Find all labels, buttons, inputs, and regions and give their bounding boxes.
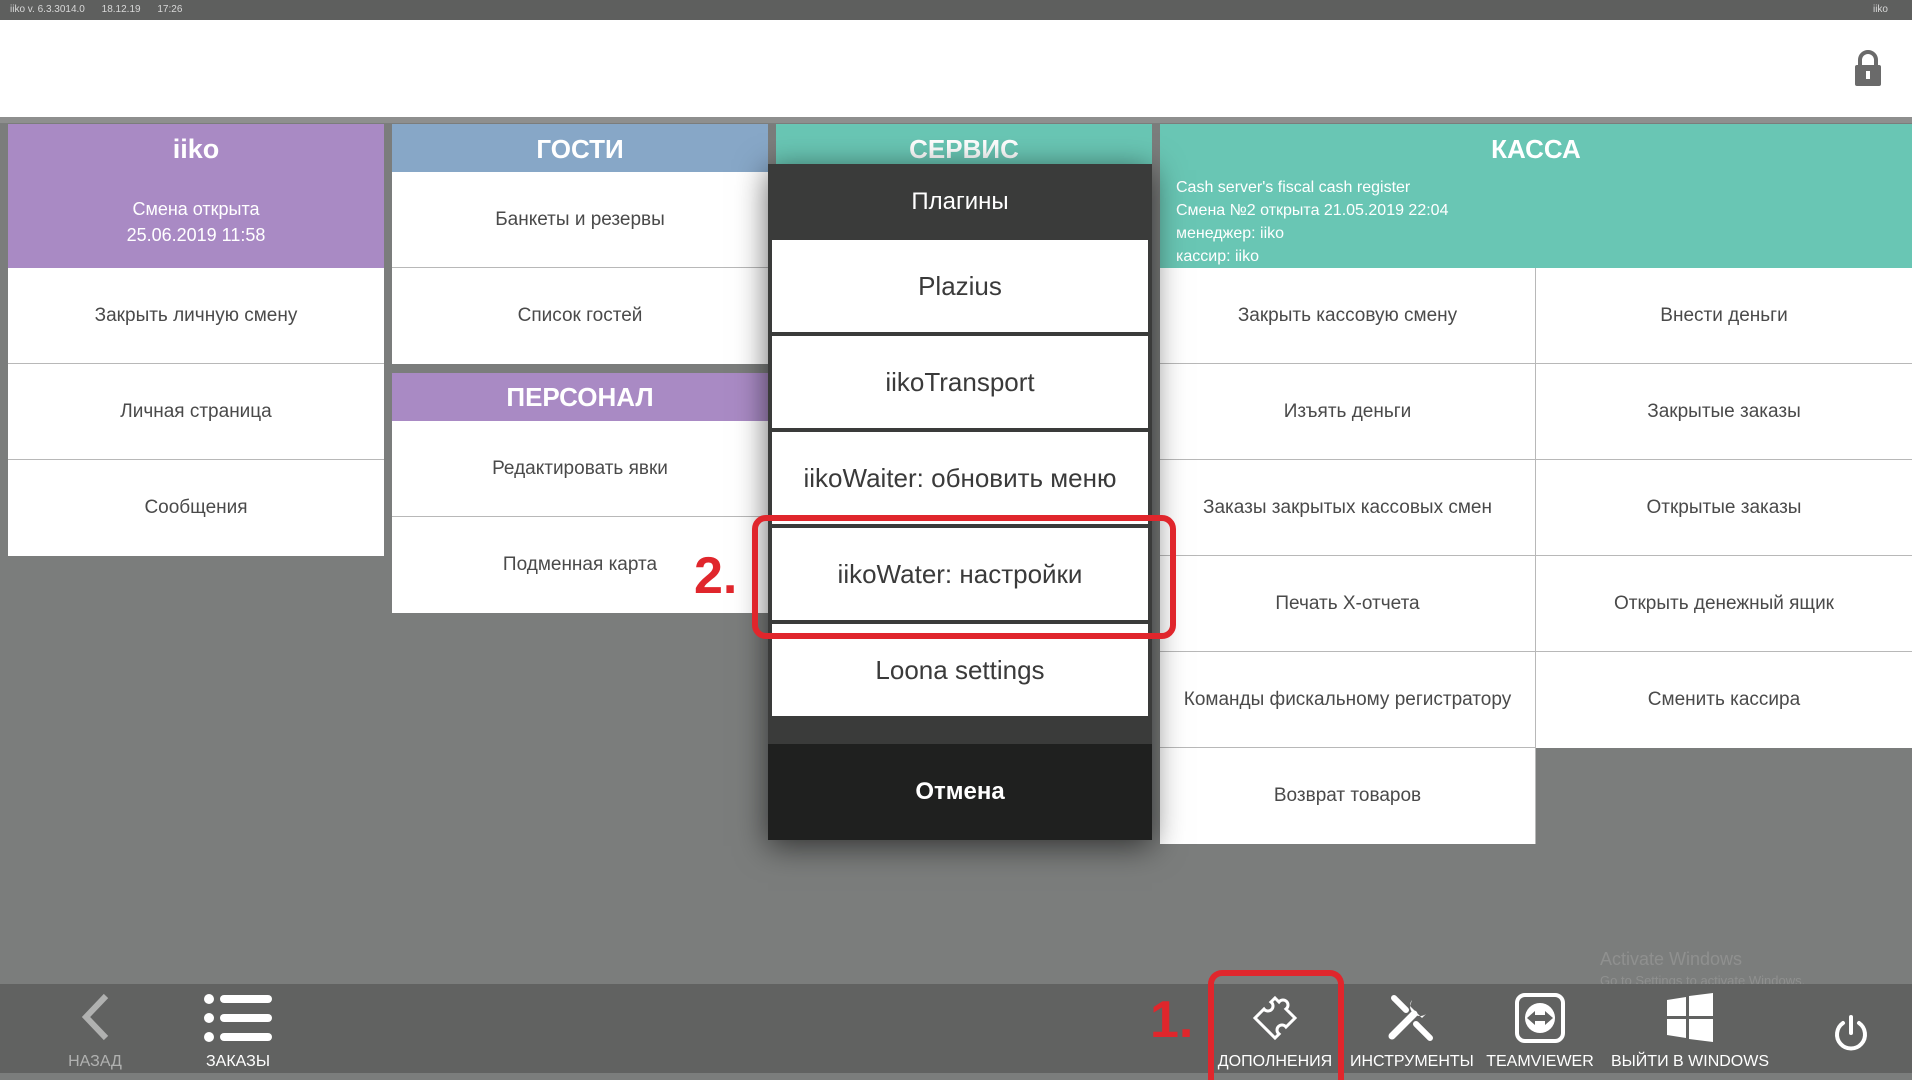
kassa-title: КАССА [1491, 134, 1581, 164]
title-bar: iiko v. 6.3.3014.0 18.12.19 17:26 iiko [0, 0, 1912, 20]
orders-label: ЗАКАЗЫ [206, 1053, 270, 1070]
tools-label: ИНСТРУМЕНТЫ [1350, 1053, 1474, 1070]
withdraw-money-button[interactable]: Изъять деньги [1160, 364, 1536, 460]
iiko-title: iiko [172, 134, 220, 164]
edit-attendance-button[interactable]: Редактировать явки [392, 421, 768, 517]
header [0, 20, 1912, 117]
annotation-box-1 [1208, 970, 1344, 1080]
date-text: 18.12.19 [101, 4, 141, 15]
shift-status: Смена открыта [132, 199, 260, 219]
teamviewer-button[interactable]: TEAMVIEWER [1485, 984, 1595, 1073]
closed-shift-orders-button[interactable]: Заказы закрытых кассовых смен [1160, 460, 1536, 556]
kassa-info: Cash server's fiscal cash register Смена… [1176, 176, 1448, 268]
windows-icon [1667, 993, 1713, 1042]
kassa-header: КАССА Cash server's fiscal cash register… [1160, 124, 1912, 268]
tools-icon [1388, 995, 1433, 1041]
shift-opened-time: 25.06.2019 11:58 [126, 225, 266, 245]
messages-button[interactable]: Сообщения [8, 460, 384, 556]
back-button[interactable]: НАЗАД [55, 984, 135, 1073]
return-goods-button[interactable]: Возврат товаров [1160, 748, 1536, 844]
list-icon [204, 994, 272, 1042]
orders-button[interactable]: ЗАКАЗЫ [195, 984, 281, 1073]
watermark-line1: Activate Windows [1600, 949, 1743, 969]
annotation-step-2: 2. [694, 547, 738, 605]
close-cash-shift-button[interactable]: Закрыть кассовую смену [1160, 268, 1536, 364]
cancel-button[interactable]: Отмена [768, 744, 1152, 840]
change-cashier-button[interactable]: Сменить кассира [1536, 652, 1912, 748]
lock-icon[interactable] [1852, 50, 1884, 86]
plugins-dialog: Плагины Plazius iikoTransport iikoWaiter… [768, 164, 1152, 840]
staff-header: ПЕРСОНАЛ [392, 373, 768, 421]
power-button[interactable] [1826, 984, 1876, 1073]
time-text: 17:26 [157, 4, 183, 15]
kassa-shift: Смена №2 открыта 21.05.2019 22:04 [1176, 202, 1449, 219]
header-separator [0, 117, 1912, 123]
close-personal-shift-button[interactable]: Закрыть личную смену [8, 268, 384, 364]
open-orders-button[interactable]: Открытые заказы [1536, 460, 1912, 556]
exit-to-windows-button[interactable]: ВЫЙТИ В WINDOWS [1610, 984, 1770, 1073]
annotation-step-1: 1. [1150, 991, 1194, 1049]
plugin-iikowaiter-update-menu[interactable]: iikoWaiter: обновить меню [772, 432, 1148, 524]
banquets-button[interactable]: Банкеты и резервы [392, 172, 768, 268]
bottom-toolbar: НАЗАД ЗАКАЗЫ ДОПОЛНЕНИЯ ИНСТРУМЕНТЫ TEAM… [0, 984, 1912, 1073]
plugin-iikotransport[interactable]: iikoTransport [772, 336, 1148, 428]
closed-orders-button[interactable]: Закрытые заказы [1536, 364, 1912, 460]
annotation-box-2 [752, 515, 1176, 639]
fiscal-commands-button[interactable]: Команды фискальному регистратору [1160, 652, 1536, 748]
plugins-dialog-title: Плагины [911, 188, 1009, 215]
teamviewer-label: TEAMVIEWER [1486, 1053, 1594, 1070]
open-cash-drawer-button[interactable]: Открыть денежный ящик [1536, 556, 1912, 652]
chevron-left-icon [81, 993, 109, 1041]
tools-button[interactable]: ИНСТРУМЕНТЫ [1350, 984, 1474, 1073]
deposit-money-button[interactable]: Внести деньги [1536, 268, 1912, 364]
print-x-report-button[interactable]: Печать X-отчета [1160, 556, 1536, 652]
kassa-cashier: кассир: iiko [1176, 248, 1259, 265]
guests-header: ГОСТИ [392, 124, 768, 172]
guest-list-button[interactable]: Список гостей [392, 268, 768, 364]
iiko-header: iiko Смена открыта 25.06.2019 11:58 [8, 124, 384, 268]
power-icon [1835, 1015, 1867, 1051]
plugin-plazius[interactable]: Plazius [772, 240, 1148, 332]
teamviewer-icon [1515, 993, 1565, 1043]
user-text: iiko [1872, 4, 1888, 15]
version-text: iiko v. 6.3.3014.0 [10, 4, 85, 15]
exit-to-windows-label: ВЫЙТИ В WINDOWS [1610, 1053, 1770, 1070]
personal-page-button[interactable]: Личная страница [8, 364, 384, 460]
kassa-register: Cash server's fiscal cash register [1176, 179, 1411, 196]
kassa-manager: менеджер: iiko [1176, 225, 1285, 242]
back-label: НАЗАД [68, 1053, 122, 1070]
